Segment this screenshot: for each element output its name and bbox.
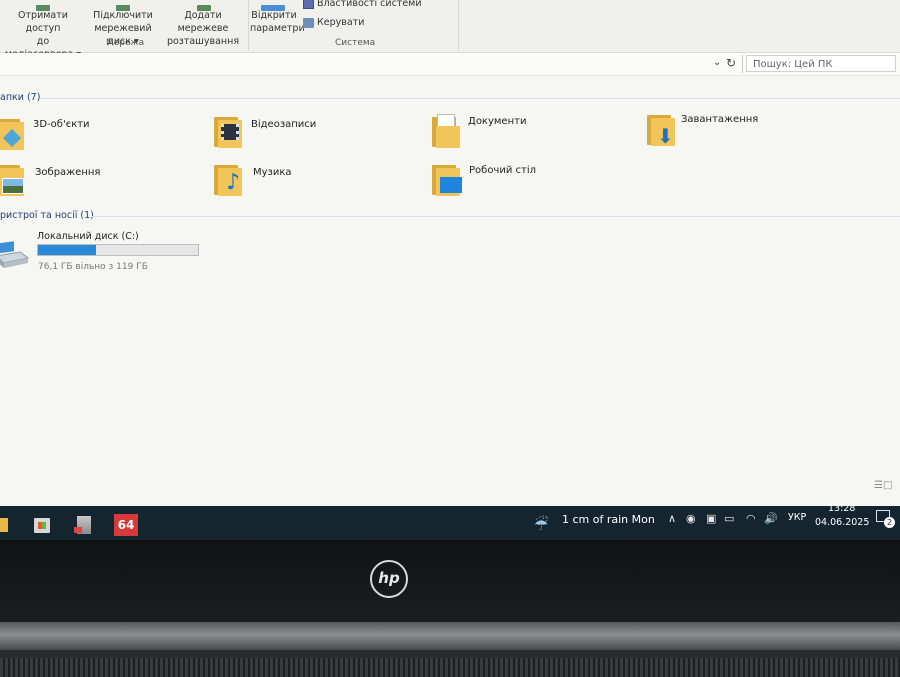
drive-usage-fill — [38, 245, 96, 255]
hard-drive-icon — [0, 241, 30, 268]
system-properties-icon — [303, 0, 314, 9]
weather-widget[interactable]: 1 cm of rain Mon — [562, 513, 655, 526]
view-toggle-icons[interactable]: ☰□ — [874, 480, 892, 491]
program-icon-accent — [74, 527, 82, 533]
manage-computer-icon — [303, 17, 314, 28]
record-icon[interactable]: ◉ — [686, 512, 696, 525]
wifi-icon[interactable]: ◠ — [746, 512, 756, 525]
keyboard-edge — [0, 658, 900, 677]
screen: Отримати доступ до медіасервера ▾ Підклю… — [0, 0, 900, 540]
section-divider — [92, 216, 900, 217]
devices-section-header[interactable]: ристрої та носії (1) — [0, 210, 94, 221]
ribbon: Отримати доступ до медіасервера ▾ Підклю… — [0, 0, 900, 60]
device-icon[interactable]: ▣ — [706, 512, 716, 525]
store-logo — [38, 522, 46, 529]
laptop-hinge — [0, 622, 900, 650]
ribbon-group-system: Система — [335, 38, 376, 48]
folder-downloads[interactable]: ⬇ Завантаження — [645, 112, 845, 152]
manage-button[interactable]: Керувати — [303, 17, 364, 28]
network-location-icon — [197, 5, 211, 11]
folder-documents[interactable]: Документи — [430, 114, 630, 154]
folder-pictures[interactable]: Зображення — [0, 162, 194, 202]
3d-objects-icon — [0, 116, 24, 150]
download-arrow-icon: ⬇ — [657, 124, 674, 148]
app-64-badge: 64 — [114, 514, 138, 536]
drive-free-space: 76,1 ГБ вільно з 119 ГБ — [38, 262, 148, 272]
laptop-bezel: hp — [0, 540, 900, 677]
music-folder-icon: ♪ — [212, 162, 242, 196]
rain-umbrella-icon[interactable]: ☔ — [534, 515, 548, 534]
section-divider — [40, 98, 900, 99]
ribbon-separator — [458, 0, 459, 50]
address-history-chevron-icon[interactable]: ⌄ — [713, 57, 721, 68]
taskbar-app-explorer[interactable] — [0, 511, 14, 539]
refresh-icon[interactable]: ↻ — [726, 56, 736, 70]
media-server-icon — [36, 5, 50, 11]
desktop-folder-icon — [430, 162, 462, 196]
folder-music[interactable]: ♪ Музика — [212, 162, 412, 202]
drive-label: Локальний диск (C:) — [37, 231, 139, 242]
videos-folder-icon — [212, 114, 242, 148]
notification-count: 2 — [884, 517, 895, 528]
search-input[interactable]: Пошук: Цей ПК — [746, 55, 896, 72]
system-properties-button[interactable]: Властивості системи — [303, 0, 422, 9]
add-network-location-button[interactable]: Додати мережеве розташування — [163, 5, 243, 48]
monitor-badge — [440, 177, 462, 193]
taskbar-app-store[interactable] — [28, 511, 56, 539]
downloads-folder-icon: ⬇ — [645, 112, 675, 146]
folder-3d-objects[interactable]: 3D-об'єкти — [0, 116, 194, 156]
address-separator — [742, 55, 743, 73]
content-pane: апки (7) 3D-об'єкти Відеозаписи Документ… — [0, 76, 900, 506]
folders-section-header[interactable]: апки (7) — [0, 92, 40, 103]
explorer-icon — [0, 518, 8, 532]
landscape-badge — [2, 178, 24, 194]
taskbar-app-64[interactable]: 64 — [112, 511, 140, 539]
taskbar-app-program[interactable] — [70, 511, 98, 539]
taskbar: 64 ☔ 1 cm of rain Mon ∧ ◉ ▣ ▭ ◠ 🔊 УКР 13… — [0, 503, 900, 544]
settings-icon — [261, 5, 285, 11]
ribbon-group-network: Мережа — [106, 38, 145, 48]
ribbon-separator — [248, 0, 249, 50]
clock-time[interactable]: 13:28 — [828, 503, 855, 514]
drive-usage-bar — [37, 244, 199, 256]
hp-logo: hp — [370, 560, 408, 598]
battery-icon[interactable]: ▭ — [724, 512, 734, 525]
volume-icon[interactable]: 🔊 — [764, 512, 778, 525]
folder-desktop[interactable]: Робочий стіл — [430, 162, 630, 202]
open-settings-button[interactable]: Відкрити параметри — [250, 5, 305, 35]
pictures-folder-icon — [0, 162, 24, 196]
documents-folder-icon — [430, 114, 460, 148]
address-bar-row: ⌄ ↻ Пошук: Цей ПК — [0, 53, 900, 76]
clock-date[interactable]: 04.06.2025 — [815, 517, 869, 528]
film-badge — [221, 124, 239, 140]
folder-front — [436, 126, 460, 148]
notification-center-button[interactable]: 2 — [876, 510, 895, 528]
folder-videos[interactable]: Відеозаписи — [212, 114, 412, 154]
show-hidden-icons-chevron-icon[interactable]: ∧ — [668, 512, 676, 525]
language-indicator[interactable]: УКР — [788, 512, 806, 523]
music-note-icon: ♪ — [226, 170, 241, 195]
network-drive-icon — [116, 5, 130, 11]
